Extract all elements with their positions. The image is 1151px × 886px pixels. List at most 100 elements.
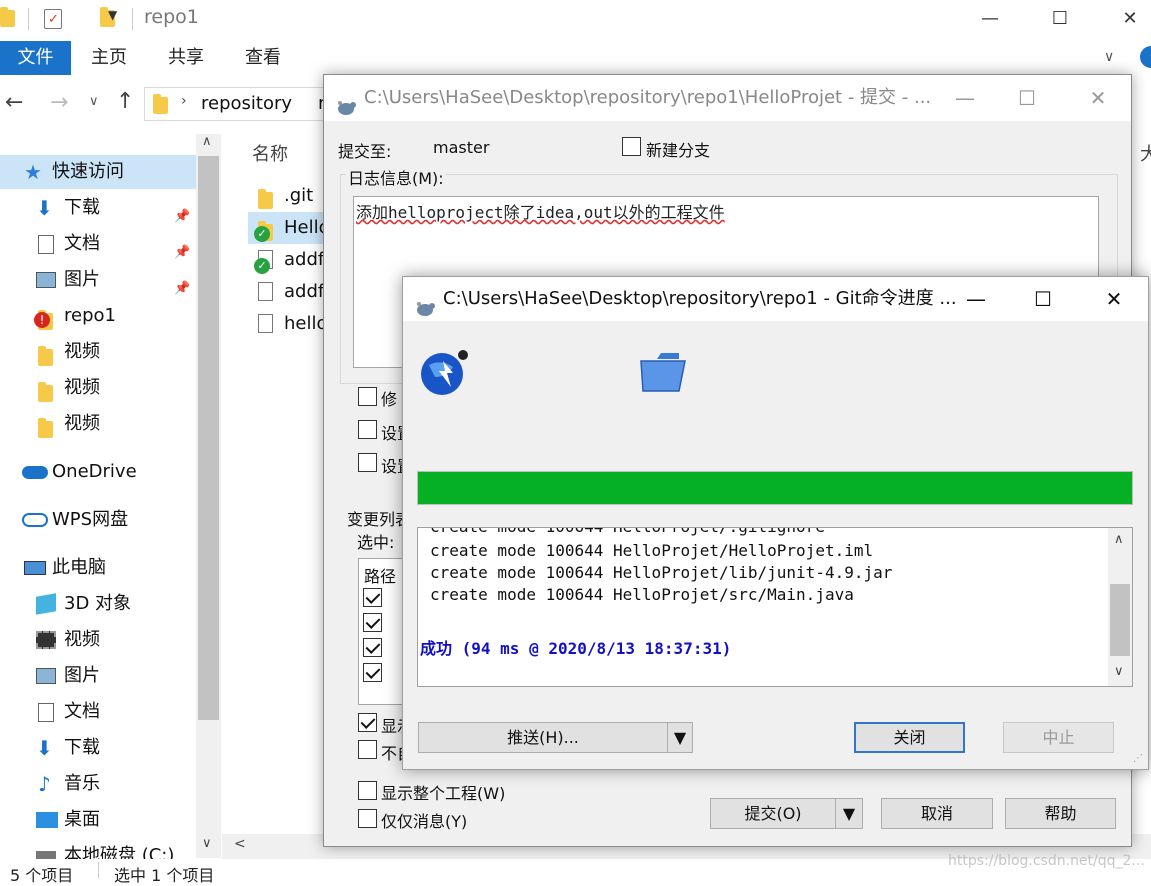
nav-pictures[interactable]: 图片: [0, 659, 196, 693]
show-checkbox[interactable]: [358, 713, 377, 732]
help-button[interactable]: 帮助: [1005, 798, 1116, 829]
branch-name: master: [433, 138, 490, 157]
option-checkbox[interactable]: [358, 453, 377, 472]
address-bar[interactable]: › repository r: [144, 87, 344, 121]
nav-desktop[interactable]: 桌面: [0, 803, 196, 837]
option-checkbox[interactable]: [358, 387, 377, 406]
nav-item-documents[interactable]: 文档 📌: [0, 227, 196, 261]
scroll-down-icon[interactable]: ∨: [1114, 664, 1124, 679]
properties-icon[interactable]: ✓: [44, 9, 62, 29]
nav-3d-objects[interactable]: 3D 对象: [0, 587, 196, 621]
nav-item-video[interactable]: 视频: [0, 407, 196, 441]
breadcrumb-repository[interactable]: repository: [201, 93, 292, 114]
folder-icon: [0, 7, 15, 27]
minimize-button[interactable]: —: [942, 75, 988, 121]
nav-item-repo1[interactable]: ! repo1: [0, 299, 196, 333]
back-arrow-icon[interactable]: ←: [5, 90, 23, 115]
scroll-thumb[interactable]: [198, 156, 219, 720]
nav-label: 快速访问: [52, 161, 124, 182]
push-dropdown-arrow[interactable]: ▼: [667, 722, 693, 753]
qat-dropdown-icon[interactable]: ▼: [108, 8, 117, 22]
nav-label: OneDrive: [52, 461, 137, 482]
divider: [28, 8, 29, 30]
column-header-path[interactable]: 路径: [364, 563, 396, 587]
nav-quick-access[interactable]: ★ 快速访问: [0, 155, 196, 189]
tab-file[interactable]: 文件: [0, 41, 71, 75]
scroll-up-icon[interactable]: ∧: [1114, 532, 1124, 547]
close-button[interactable]: ✕: [1110, 4, 1150, 34]
not-versioned-checkbox[interactable]: [358, 740, 377, 759]
commit-dropdown-arrow[interactable]: ▼: [835, 798, 863, 829]
music-icon: ♪: [38, 772, 51, 796]
nav-item-pictures[interactable]: 图片 📌: [0, 263, 196, 297]
file-checkbox[interactable]: [363, 663, 382, 682]
message-only-checkbox[interactable]: [358, 809, 377, 828]
close-dialog-button[interactable]: 关闭: [854, 722, 965, 753]
minimize-button[interactable]: —: [970, 4, 1010, 34]
scroll-left-icon[interactable]: <: [234, 836, 246, 852]
forward-arrow-icon[interactable]: →: [50, 90, 68, 115]
selected-label: 选中:: [357, 533, 395, 552]
nav-videos[interactable]: 视频: [0, 623, 196, 657]
window-title: repo1: [144, 6, 199, 28]
status-selected-count: 选中 1 个项目: [114, 866, 215, 885]
file-checkbox[interactable]: [363, 613, 382, 632]
minimize-button[interactable]: —: [953, 277, 999, 323]
close-button[interactable]: ✕: [1091, 277, 1137, 323]
nav-scrollbar[interactable]: ∧ ∨: [196, 134, 221, 858]
up-arrow-icon[interactable]: ↑: [116, 89, 134, 114]
nav-label: 本地磁盘 (C:): [64, 845, 175, 859]
star-icon: ★: [24, 160, 42, 184]
file-checkbox[interactable]: [363, 588, 382, 607]
nav-downloads[interactable]: ⬇ 下载: [0, 731, 196, 765]
close-button[interactable]: ✕: [1075, 75, 1121, 121]
maximize-button[interactable]: ☐: [1020, 277, 1066, 323]
recent-dropdown-icon[interactable]: ∨: [89, 94, 99, 109]
maximize-button[interactable]: ☐: [1004, 75, 1050, 121]
cancel-button[interactable]: 取消: [881, 798, 993, 829]
nav-wps[interactable]: WPS网盘: [0, 503, 196, 537]
commit-to-label: 提交至:: [338, 142, 392, 161]
nav-local-disk[interactable]: 本地磁盘 (C:): [0, 839, 196, 859]
output-log[interactable]: create mode 100644 HelloProjet/.gitignor…: [417, 527, 1133, 687]
nav-label: 3D 对象: [64, 593, 132, 614]
tab-share[interactable]: 共享: [168, 41, 204, 75]
show-whole-project-checkbox[interactable]: [358, 781, 377, 800]
column-header-size[interactable]: 大: [1140, 140, 1151, 166]
new-branch-checkbox[interactable]: [622, 137, 641, 156]
nav-label: 视频: [64, 377, 100, 398]
resize-grip-icon[interactable]: ⋰: [1133, 753, 1143, 764]
nav-item-video[interactable]: 视频: [0, 335, 196, 369]
nav-item-video[interactable]: 视频: [0, 371, 196, 405]
maximize-button[interactable]: ☐: [1040, 4, 1080, 34]
log-scrollbar[interactable]: ∧ ∨: [1108, 528, 1132, 686]
option-checkbox[interactable]: [358, 420, 377, 439]
help-icon[interactable]: [1140, 46, 1151, 68]
document-icon: [38, 235, 54, 254]
commit-button[interactable]: 提交(O): [710, 798, 836, 829]
tab-home[interactable]: 主页: [91, 41, 127, 75]
nav-onedrive[interactable]: OneDrive: [0, 455, 196, 489]
column-header-name[interactable]: 名称: [252, 140, 288, 166]
nav-documents[interactable]: 文档: [0, 695, 196, 729]
message-only-label: 仅仅消息(Y): [381, 812, 468, 831]
nav-label: 下载: [64, 197, 100, 218]
ribbon-expand-icon[interactable]: ∨: [1104, 49, 1114, 65]
scroll-up-icon[interactable]: ∧: [202, 134, 212, 149]
nav-item-downloads[interactable]: ⬇ 下载 📌: [0, 191, 196, 225]
nav-music[interactable]: ♪ 音乐: [0, 767, 196, 801]
push-button[interactable]: 推送(H)...: [418, 722, 668, 753]
scroll-down-icon[interactable]: ∨: [202, 836, 212, 851]
tab-view[interactable]: 查看: [245, 41, 281, 75]
ribbon-tabs: 文件 主页 共享 查看 ∨: [0, 40, 1151, 78]
picture-icon: [36, 668, 56, 684]
computer-icon: [24, 561, 46, 575]
nav-label: 文档: [64, 701, 100, 722]
dialog-title: C:\Users\HaSee\Desktop\repository\repo1 …: [443, 288, 957, 309]
folder-animation-icon: [639, 349, 689, 395]
nav-this-pc[interactable]: 此电脑: [0, 551, 196, 585]
log-line: create mode 100644 HelloProjet/HelloProj…: [430, 541, 874, 560]
show-whole-project-label: 显示整个工程(W): [381, 784, 506, 803]
file-checkbox[interactable]: [363, 638, 382, 657]
scroll-thumb[interactable]: [1110, 584, 1130, 656]
